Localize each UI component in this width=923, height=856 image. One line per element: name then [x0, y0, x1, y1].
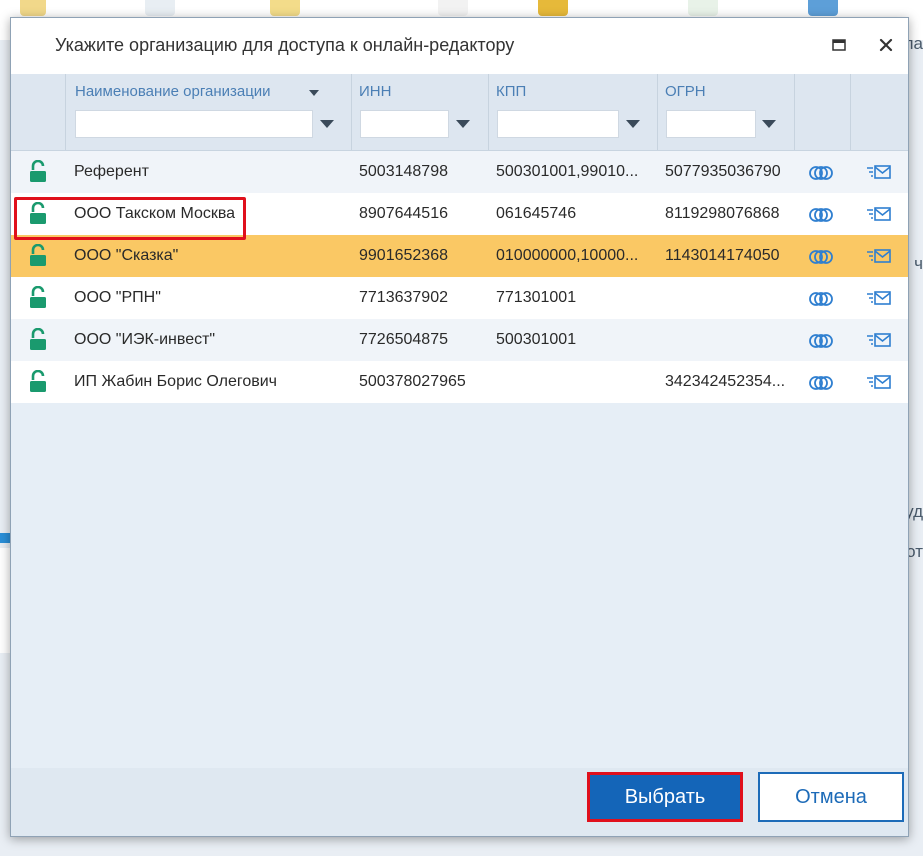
inn-filter-dropdown-icon[interactable]: [456, 120, 470, 128]
mail-icon[interactable]: [866, 332, 892, 348]
background-delete-icon: [145, 0, 175, 16]
table-row[interactable]: ООО "Сказка" 9901652368 010000000,10000...…: [11, 235, 908, 277]
ogrn-filter-dropdown-icon[interactable]: [762, 120, 776, 128]
link-icon[interactable]: [808, 333, 834, 349]
selection-highlight-frame: [14, 197, 246, 240]
maximize-button[interactable]: [824, 30, 854, 60]
mail-icon[interactable]: [866, 164, 892, 180]
grid-header: Наименование организации ИНН КПП ОГРН: [11, 74, 908, 151]
column-header-name[interactable]: Наименование организации: [75, 83, 271, 100]
link-icon[interactable]: [808, 207, 834, 223]
table-row[interactable]: ООО "ИЭК-инвест" 7726504875 500301001: [11, 319, 908, 361]
name-filter-dropdown-icon[interactable]: [320, 120, 334, 128]
unlock-icon: [28, 243, 48, 268]
column-header-kpp[interactable]: КПП: [496, 83, 526, 100]
table-row[interactable]: Референт 5003148798 500301001,99010... 5077…: [11, 151, 908, 193]
background-panel-edge: [0, 548, 10, 653]
mail-icon[interactable]: [866, 206, 892, 222]
link-icon[interactable]: [808, 249, 834, 265]
name-filter-field[interactable]: [76, 111, 312, 137]
mail-icon[interactable]: [866, 374, 892, 390]
background-chat-icon: [808, 0, 838, 16]
column-header-ogrn[interactable]: ОГРН: [665, 83, 706, 100]
inn-filter-field[interactable]: [361, 111, 448, 137]
maximize-icon: [832, 39, 846, 51]
cell-inn: 500378027965: [359, 373, 466, 390]
cell-kpp: 500301001,99010...: [496, 163, 639, 180]
mail-icon[interactable]: [866, 290, 892, 306]
dialog-title: Укажите организацию для доступа к онлайн…: [55, 35, 515, 55]
cell-kpp: 010000000,10000...: [496, 247, 639, 264]
select-button[interactable]: Выбрать: [587, 772, 743, 822]
link-icon[interactable]: [808, 165, 834, 181]
ogrn-filter-input[interactable]: [666, 110, 756, 138]
background-book-icon: [538, 0, 568, 16]
background-folder-icon: [270, 0, 300, 16]
kpp-filter-field[interactable]: [498, 111, 618, 137]
cell-name: Референт: [74, 163, 149, 180]
column-separator: [657, 74, 658, 150]
unlock-icon: [28, 285, 48, 310]
inn-filter-input[interactable]: [360, 110, 449, 138]
background-panel-edge: [0, 533, 10, 543]
organizations-grid: Наименование организации ИНН КПП ОГРН Ре…: [11, 74, 908, 768]
cell-name: ООО "Сказка": [74, 247, 179, 264]
mail-icon[interactable]: [866, 248, 892, 264]
column-separator: [850, 74, 851, 150]
close-button[interactable]: [871, 30, 901, 60]
cell-inn: 7726504875: [359, 331, 448, 348]
cell-kpp: 771301001: [496, 289, 577, 306]
column-separator: [351, 74, 352, 150]
background-pencil-icon: [20, 0, 46, 16]
cell-inn: 7713637902: [359, 289, 448, 306]
link-icon[interactable]: [808, 291, 834, 307]
cell-inn: 5003148798: [359, 163, 448, 180]
cell-inn: 8907644516: [359, 205, 448, 222]
column-separator: [65, 74, 66, 150]
sort-desc-icon[interactable]: [309, 90, 319, 96]
unlock-icon: [28, 369, 48, 394]
cell-ogrn: 342342452354...: [665, 373, 786, 390]
cell-ogrn: 5077935036790: [665, 163, 781, 180]
dialog-footer: Выбрать Отмена: [11, 768, 908, 836]
column-separator: [794, 74, 795, 150]
close-icon: [879, 38, 893, 52]
name-filter-input[interactable]: [75, 110, 313, 138]
table-row[interactable]: ИП Жабин Борис Олегович 500378027965 34234…: [11, 361, 908, 403]
unlock-icon: [28, 327, 48, 352]
table-row[interactable]: ООО "РПН" 7713637902 771301001: [11, 277, 908, 319]
ogrn-filter-field[interactable]: [667, 111, 755, 137]
link-icon[interactable]: [808, 375, 834, 391]
cell-kpp: 061645746: [496, 205, 577, 222]
organization-select-dialog: Укажите организацию для доступа к онлайн…: [10, 17, 909, 837]
cancel-button[interactable]: Отмена: [758, 772, 904, 822]
background-text: ч: [914, 254, 923, 273]
unlock-icon: [28, 159, 48, 184]
dialog-titlebar: Укажите организацию для доступа к онлайн…: [11, 18, 908, 74]
background-excel-icon: [688, 0, 718, 16]
column-header-inn[interactable]: ИНН: [359, 83, 391, 100]
cell-name: ООО "РПН": [74, 289, 161, 306]
kpp-filter-input[interactable]: [497, 110, 619, 138]
background-remove-icon: [438, 0, 468, 16]
cell-ogrn: 8119298076868: [665, 205, 780, 222]
cell-inn: 9901652368: [359, 247, 448, 264]
cell-ogrn: 1143014174050: [665, 247, 780, 264]
cell-name: ООО "ИЭК-инвест": [74, 331, 216, 348]
column-separator: [488, 74, 489, 150]
cell-kpp: 500301001: [496, 331, 577, 348]
kpp-filter-dropdown-icon[interactable]: [626, 120, 640, 128]
cell-name: ИП Жабин Борис Олегович: [74, 373, 278, 390]
